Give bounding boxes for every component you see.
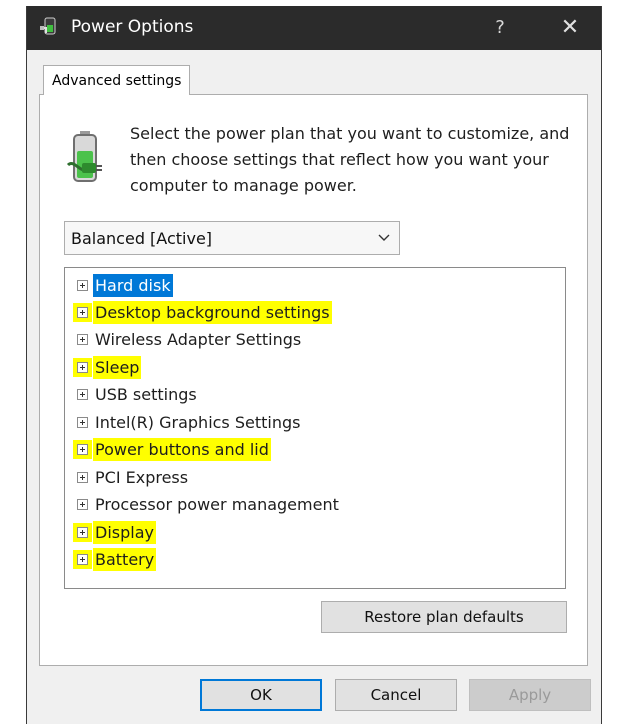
tree-item-label: Processor power management xyxy=(95,495,339,514)
tree-item-label: Intel(R) Graphics Settings xyxy=(95,413,301,432)
close-button[interactable]: ✕ xyxy=(542,6,598,50)
plus-box-icon[interactable] xyxy=(77,527,88,538)
plus-box-icon[interactable] xyxy=(77,499,88,510)
tab-advanced-settings[interactable]: Advanced settings xyxy=(43,65,191,95)
tree-item-label: USB settings xyxy=(95,385,197,404)
plus-box-icon[interactable] xyxy=(77,554,88,565)
power-options-icon xyxy=(40,17,56,35)
chevron-down-icon xyxy=(378,234,390,241)
plus-box-icon[interactable] xyxy=(77,362,88,373)
title-bar: Power Options ? ✕ xyxy=(27,6,601,50)
tree-item-label: Desktop background settings xyxy=(93,301,332,324)
plus-box-icon[interactable] xyxy=(77,472,88,483)
tree-item-label: Battery xyxy=(93,548,157,571)
help-button[interactable]: ? xyxy=(475,6,525,50)
plan-description: Select the power plan that you want to c… xyxy=(130,124,570,195)
tree-item-label: Power buttons and lid xyxy=(93,438,271,461)
ok-button[interactable]: OK xyxy=(200,679,322,711)
battery-plug-icon xyxy=(66,131,102,182)
tree-item-label: Wireless Adapter Settings xyxy=(95,330,302,349)
tree-item-label: Display xyxy=(93,521,156,544)
tree-item-label: Sleep xyxy=(93,356,142,379)
plus-box-icon[interactable] xyxy=(77,417,88,428)
plus-box-icon[interactable] xyxy=(77,444,88,455)
plus-box-icon[interactable] xyxy=(77,307,88,318)
tree-item-label: PCI Express xyxy=(95,468,189,487)
power-plan-value: Balanced [Active] xyxy=(71,229,213,248)
window-title: Power Options xyxy=(71,17,194,37)
restore-plan-defaults-button[interactable]: Restore plan defaults xyxy=(321,601,567,633)
tree-item-label: Hard disk xyxy=(93,274,173,297)
plus-box-icon[interactable] xyxy=(77,389,88,400)
plus-box-icon[interactable] xyxy=(77,280,88,291)
apply-button[interactable]: Apply xyxy=(469,679,591,711)
cancel-button[interactable]: Cancel xyxy=(335,679,457,711)
plus-box-icon[interactable] xyxy=(77,334,88,345)
power-settings-tree[interactable]: Hard disk Desktop background settings Wi… xyxy=(64,267,566,589)
advanced-settings-panel: Select the power plan that you want to c… xyxy=(39,94,588,666)
power-options-dialog: Power Options ? ✕ Advanced settings Sele… xyxy=(26,6,602,724)
power-plan-select[interactable]: Balanced [Active] xyxy=(64,221,400,255)
